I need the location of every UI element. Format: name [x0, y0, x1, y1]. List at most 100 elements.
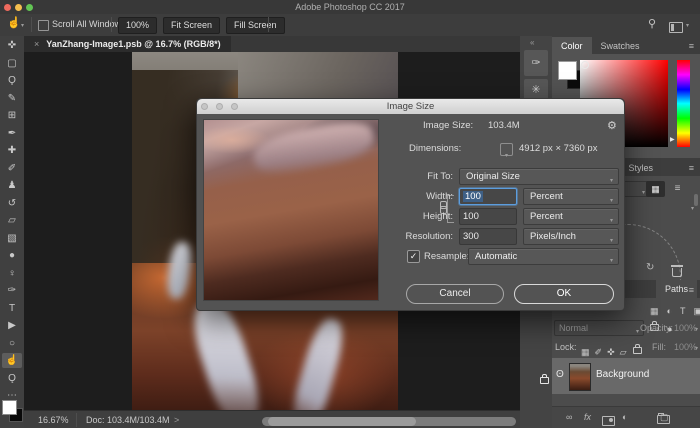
- view-buttons: 100% Fit Screen Fill Screen: [118, 17, 291, 34]
- status-chevron-icon[interactable]: >: [174, 415, 179, 425]
- hue-slider[interactable]: [677, 60, 690, 147]
- add-mask-icon[interactable]: [602, 416, 615, 426]
- layer-thumbnail[interactable]: [569, 363, 591, 391]
- filter-adjustment-icon[interactable]: ◐: [667, 306, 672, 316]
- expand-panels-icon[interactable]: «: [530, 38, 534, 47]
- path-selection-tool[interactable]: ▶: [2, 318, 22, 333]
- grid-view-button[interactable]: ▦: [646, 181, 665, 197]
- dialog-zoom-icon[interactable]: [231, 103, 238, 110]
- fill-value[interactable]: 100%: [674, 342, 697, 352]
- cancel-button[interactable]: Cancel: [406, 284, 504, 304]
- workspace-switcher-icon[interactable]: [669, 22, 683, 33]
- pen-tool[interactable]: ✑: [2, 283, 22, 298]
- close-tab-icon[interactable]: ×: [34, 39, 39, 49]
- lock-transparency-icon[interactable]: ▦: [581, 347, 590, 357]
- dialog-close-icon[interactable]: [201, 103, 208, 110]
- tab-styles[interactable]: Styles: [620, 159, 663, 177]
- crop-tool[interactable]: ⊞: [2, 108, 22, 123]
- lock-artboard-icon[interactable]: ▱: [620, 347, 627, 357]
- layer-effects-icon[interactable]: fx: [584, 412, 591, 422]
- dialog-titlebar[interactable]: Image Size: [197, 99, 624, 114]
- tab-color[interactable]: Color: [552, 37, 592, 55]
- lock-paint-icon[interactable]: ✐: [595, 347, 603, 357]
- layer-name[interactable]: Background: [596, 369, 649, 380]
- history-brush-tool[interactable]: ↺: [2, 196, 22, 211]
- move-tool[interactable]: ✜: [2, 38, 22, 53]
- image-size-label: Image Size:: [423, 117, 473, 134]
- tab-swatches[interactable]: Swatches: [592, 37, 649, 55]
- height-input[interactable]: 100: [459, 208, 517, 225]
- resample-checkbox[interactable]: ✓: [407, 250, 420, 263]
- fit-to-select[interactable]: Original Size▾: [459, 168, 619, 185]
- fill-screen-button[interactable]: Fill Screen: [226, 17, 285, 34]
- lock-move-icon[interactable]: ✜: [607, 347, 615, 357]
- width-input[interactable]: 100: [459, 188, 517, 205]
- horizontal-scrollbar-thumb[interactable]: [268, 417, 416, 426]
- resample-select[interactable]: Automatic▾: [468, 248, 619, 265]
- panel-scrollbar[interactable]: [694, 194, 698, 206]
- horizontal-scrollbar-track[interactable]: [262, 417, 516, 426]
- layer-row-background[interactable]: ʘ Background: [552, 358, 700, 394]
- gradient-tool[interactable]: ▧: [2, 231, 22, 246]
- search-library-caret-icon[interactable]: ▾: [691, 205, 694, 212]
- filter-shape-icon[interactable]: ▣: [693, 306, 700, 316]
- filter-pixel-icon[interactable]: ▦: [650, 306, 659, 316]
- list-view-button[interactable]: ≡: [668, 181, 687, 197]
- new-layer-icon[interactable]: ▢: [660, 412, 669, 423]
- opacity-value[interactable]: 100%: [674, 323, 697, 333]
- fit-screen-button[interactable]: Fit Screen: [163, 17, 220, 34]
- hand-tool[interactable]: ☝: [2, 353, 22, 368]
- blur-tool[interactable]: ●: [2, 248, 22, 263]
- hue-slider-marker[interactable]: ▶: [670, 136, 675, 143]
- dialog-minimize-icon[interactable]: [216, 103, 223, 110]
- width-unit-select[interactable]: Percent▾: [523, 188, 619, 205]
- resolution-unit-select[interactable]: Pixels/Inch▾: [523, 228, 619, 245]
- photo-waterfall-right: [287, 315, 349, 410]
- eraser-tool[interactable]: ▱: [2, 213, 22, 228]
- layers-bottom-bar: ∞ fx ◐ ▢: [552, 406, 700, 428]
- sync-icon[interactable]: ↻: [646, 262, 654, 273]
- scroll-all-windows-checkbox[interactable]: [38, 20, 49, 31]
- filter-type-icon[interactable]: T: [680, 306, 686, 316]
- shape-tool[interactable]: ○: [2, 336, 22, 351]
- brush-tool[interactable]: ✐: [2, 161, 22, 176]
- blend-mode-select[interactable]: Normal ▾: [554, 320, 644, 336]
- middle-panel-menu-icon[interactable]: ≡: [689, 163, 694, 173]
- workspace-caret-icon[interactable]: ▾: [686, 22, 689, 29]
- brush-presets-panel-icon[interactable]: ✑: [524, 50, 548, 76]
- layer-locked-icon[interactable]: [540, 377, 549, 384]
- zoom-100-button[interactable]: 100%: [118, 17, 157, 34]
- opacity-caret-icon[interactable]: ▾: [695, 326, 698, 333]
- link-layers-icon[interactable]: ∞: [566, 412, 572, 422]
- layers-panel-menu-icon[interactable]: ≡: [689, 285, 694, 295]
- marquee-tool[interactable]: ▢: [2, 56, 22, 71]
- resolution-input[interactable]: 300: [459, 228, 517, 245]
- layer-visibility-icon[interactable]: ʘ: [556, 369, 564, 380]
- resolution-label: Resolution:: [353, 228, 453, 245]
- color-picker-marker[interactable]: [581, 61, 589, 69]
- document-tab[interactable]: ×YanZhang-Image1.psb @ 16.7% (RGB/8*): [24, 36, 231, 52]
- lasso-tool[interactable]: Ϙ: [2, 73, 22, 88]
- fg-color-well[interactable]: [558, 61, 577, 80]
- eyedropper-tool[interactable]: ✒: [2, 126, 22, 141]
- ok-button[interactable]: OK: [514, 284, 614, 304]
- zoom-level[interactable]: 16.67%: [38, 415, 69, 425]
- adjustment-layer-icon[interactable]: ◐: [622, 412, 627, 422]
- zoom-tool[interactable]: Ǫ: [2, 371, 22, 386]
- dialog-options-gear-icon[interactable]: ⚙: [607, 119, 617, 132]
- color-panel-menu-icon[interactable]: ≡: [689, 41, 694, 51]
- clone-stamp-tool[interactable]: ♟: [2, 178, 22, 193]
- search-icon[interactable]: ⚲: [648, 17, 656, 30]
- quick-selection-tool[interactable]: ✎: [2, 91, 22, 106]
- foreground-color-swatch[interactable]: [2, 400, 17, 415]
- fit-to-label: Fit To:: [353, 168, 453, 185]
- dimensions-caret-button[interactable]: ▾: [500, 143, 513, 156]
- lock-all-icon[interactable]: [633, 347, 642, 354]
- dodge-tool[interactable]: ♀: [2, 266, 22, 281]
- type-tool[interactable]: T: [2, 301, 22, 316]
- height-unit-select[interactable]: Percent▾: [523, 208, 619, 225]
- delete-icon[interactable]: [672, 268, 682, 277]
- fill-caret-icon[interactable]: ▾: [695, 345, 698, 352]
- healing-brush-tool[interactable]: ✚: [2, 143, 22, 158]
- tool-preset-caret-icon[interactable]: ▾: [21, 22, 24, 29]
